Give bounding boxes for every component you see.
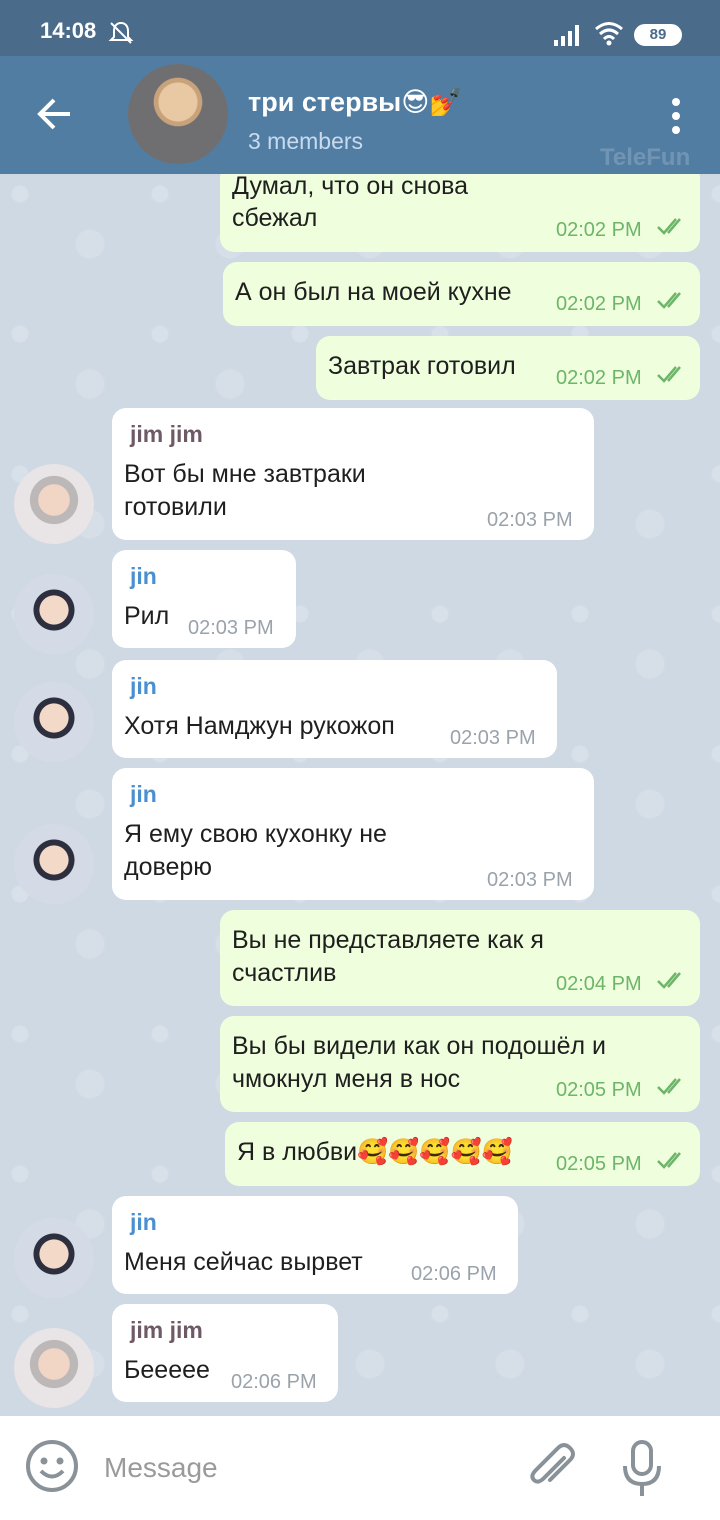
message-time: 02:02 PM — [556, 367, 642, 389]
message-line: Я в любви🥰🥰🥰🥰🥰 — [237, 1138, 513, 1166]
sender-name[interactable]: jin — [130, 778, 157, 811]
sender-name[interactable]: jim jim — [130, 418, 203, 451]
message-bubble-outgoing[interactable]: Вы не представляете как я счастлив 02:04… — [220, 910, 700, 1006]
group-title[interactable]: три стервы😎💅 — [248, 86, 463, 118]
message-bubble-incoming[interactable]: jin Рил 02:03 PM — [112, 550, 296, 648]
message-bubble-incoming[interactable]: jin Я ему свою кухонку не доверю 02:03 P… — [112, 768, 594, 900]
mic-icon[interactable] — [620, 1438, 664, 1498]
mute-icon — [108, 21, 134, 44]
message-line: доверю — [124, 853, 213, 881]
message-line: Бееееe — [124, 1356, 210, 1384]
message-time: 02:06 PM — [411, 1263, 497, 1285]
sender-name[interactable]: jin — [130, 670, 157, 703]
message-line: Завтрак готовил — [328, 352, 516, 380]
double-check-icon — [657, 972, 681, 989]
avatar-jin[interactable] — [14, 682, 94, 762]
message-time: 02:05 PM — [556, 1153, 642, 1175]
message-line: чмокнул меня в нос — [232, 1065, 461, 1093]
message-bubble-incoming[interactable]: jin Хотя Намджун рукожоп 02:03 PM — [112, 660, 557, 758]
message-time: 02:03 PM — [188, 617, 274, 639]
message-line: Вы бы видели как он подошёл и — [232, 1032, 606, 1060]
double-check-icon — [657, 292, 681, 309]
message-bubble-outgoing[interactable]: Вы бы видели как он подошёл и чмокнул ме… — [220, 1016, 700, 1112]
message-time: 02:06 PM — [231, 1371, 317, 1393]
message-bubble-incoming[interactable]: jim jim Вот бы мне завтраки готовили 02:… — [112, 408, 594, 540]
message-line: сбежал — [232, 204, 318, 232]
back-arrow-icon[interactable] — [34, 94, 74, 134]
double-check-icon — [657, 1078, 681, 1095]
message-composer — [0, 1416, 720, 1520]
message-line: Хотя Намджун рукожоп — [124, 712, 395, 740]
message-line: Рил — [124, 602, 170, 630]
message-time: 02:02 PM — [556, 219, 642, 241]
message-line: А он был на моей кухне — [235, 278, 512, 306]
double-check-icon — [657, 366, 681, 383]
message-line: Меня сейчас вырвет — [124, 1248, 363, 1276]
avatar-jin[interactable] — [14, 824, 94, 904]
avatar-jim-jim[interactable] — [14, 1328, 94, 1408]
sender-name[interactable]: jin — [130, 1206, 157, 1239]
message-line: Вы не представляете как я — [232, 926, 544, 954]
avatar-jin[interactable] — [14, 574, 94, 654]
watermark: TeleFun — [600, 144, 691, 171]
message-bubble-outgoing[interactable]: А он был на моей кухне 02:02 PM — [223, 262, 700, 326]
status-bar: 14:08 89 — [0, 0, 720, 56]
wifi-icon — [595, 22, 623, 46]
message-bubble-outgoing[interactable]: Завтрак готовил 02:02 PM — [316, 336, 700, 400]
group-avatar[interactable] — [128, 64, 228, 164]
battery-icon: 89 — [634, 24, 682, 46]
message-bubble-outgoing[interactable]: Думал, что он снова сбежал 02:02 PM — [220, 174, 700, 252]
status-time: 14:08 — [40, 18, 97, 43]
message-time: 02:03 PM — [450, 727, 536, 749]
message-bubble-incoming[interactable]: jim jim Бееееe 02:06 PM — [112, 1304, 338, 1402]
message-line: счастлив — [232, 959, 337, 987]
emoji-icon[interactable] — [24, 1438, 80, 1494]
message-time: 02:04 PM — [556, 973, 642, 995]
members-count: 3 members — [248, 128, 364, 154]
double-check-icon — [657, 218, 681, 235]
message-line: готовили — [124, 493, 227, 521]
message-time: 02:03 PM — [487, 869, 573, 891]
sender-name[interactable]: jin — [130, 560, 157, 593]
message-line: Вот бы мне завтраки — [124, 460, 366, 488]
message-line: Думал, что он снова — [232, 174, 469, 200]
attach-icon[interactable] — [526, 1442, 578, 1494]
message-time: 02:03 PM — [487, 509, 573, 531]
chat-header: три стервы😎💅 3 members TeleFun — [0, 56, 720, 174]
chat-area[interactable]: Думал, что он снова сбежал 02:02 PM А он… — [0, 174, 720, 1416]
sender-name[interactable]: jim jim — [130, 1314, 203, 1347]
message-bubble-incoming[interactable]: jin Меня сейчас вырвет 02:06 PM — [112, 1196, 518, 1294]
double-check-icon — [657, 1152, 681, 1169]
message-bubble-outgoing[interactable]: Я в любви🥰🥰🥰🥰🥰 02:05 PM — [225, 1122, 700, 1186]
message-input[interactable] — [104, 1448, 484, 1488]
signal-icon — [554, 25, 579, 46]
more-menu-icon[interactable] — [664, 96, 688, 136]
message-line: Я ему свою кухонку не — [124, 820, 387, 848]
avatar-jin[interactable] — [14, 1218, 94, 1298]
message-time: 02:02 PM — [556, 293, 642, 315]
avatar-jim-jim[interactable] — [14, 464, 94, 544]
message-time: 02:05 PM — [556, 1079, 642, 1101]
